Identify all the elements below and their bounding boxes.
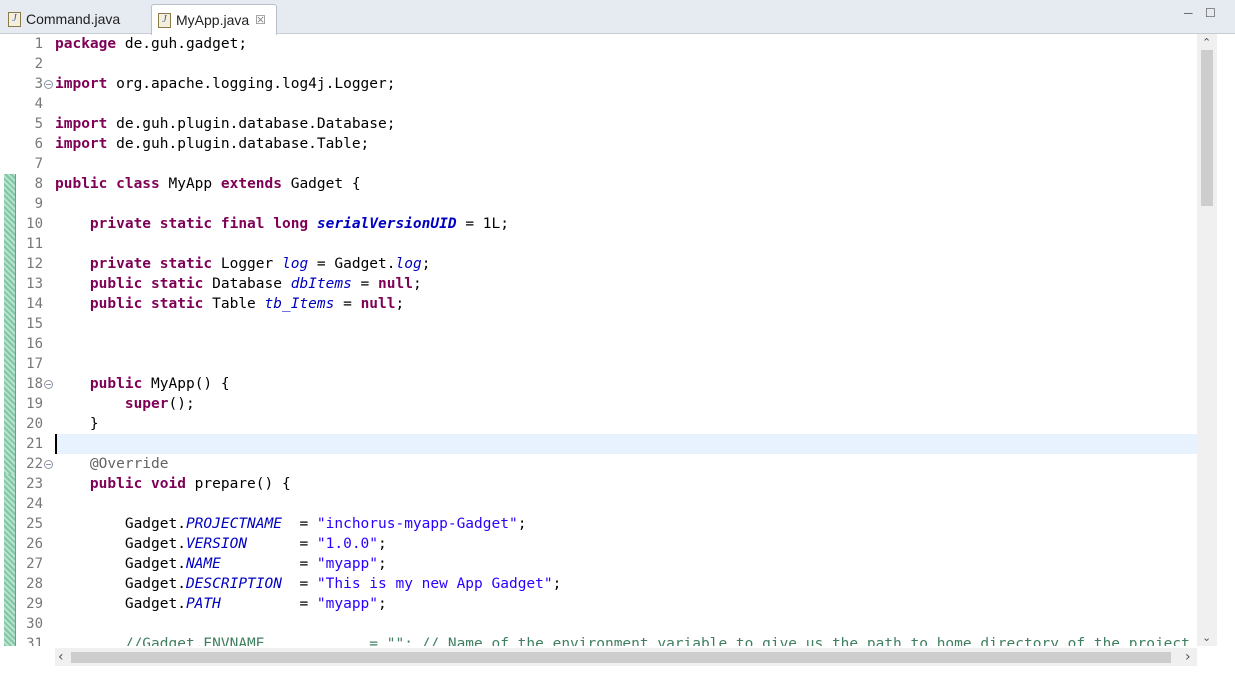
quick-diff-ruler (0, 34, 16, 646)
line-number: 9 (34, 196, 43, 212)
code-line: import de.guh.plugin.database.Database; (55, 116, 396, 132)
code-line: Gadget.PROJECTNAME = "inchorus-myapp-Gad… (55, 516, 527, 532)
scroll-left-icon[interactable]: ‹ (58, 649, 64, 665)
line-number: 30 (26, 616, 43, 632)
line-number: 29 (26, 596, 43, 612)
line-number: 19 (26, 396, 43, 412)
code-line: Gadget.NAME = "myapp"; (55, 556, 387, 572)
java-file-icon: J (158, 12, 171, 28)
code-line: package de.guh.gadget; (55, 36, 248, 52)
line-number: 25 (26, 516, 43, 532)
tab-label: Command.java (26, 11, 121, 27)
code-line: public static Database dbItems = null; (55, 276, 422, 292)
vertical-scroll-thumb[interactable] (1201, 50, 1213, 206)
line-number: 4 (34, 96, 43, 112)
line-number: 17 (26, 356, 43, 372)
code-line: public void prepare() { (55, 476, 291, 492)
line-number: 8 (34, 176, 43, 192)
fold-toggle-icon[interactable]: − (44, 460, 53, 469)
code-line: public MyApp() { (55, 376, 230, 392)
line-number: 23 (26, 476, 43, 492)
minimize-icon[interactable]: ─ (1184, 6, 1193, 20)
line-number: 3 (34, 76, 43, 92)
line-number: 11 (26, 236, 43, 252)
code-line: private static final long serialVersionU… (55, 216, 509, 232)
tab-label: MyApp.java (176, 12, 250, 28)
code-line: public class MyApp extends Gadget { (55, 176, 361, 192)
editor-tab-bar: J Command.java J MyApp.java ☒ ─ ☐ (0, 0, 1235, 35)
line-number: 21 (26, 436, 43, 452)
code-line: import de.guh.plugin.database.Table; (55, 136, 370, 152)
text-caret (55, 434, 57, 454)
line-number: 10 (26, 216, 43, 232)
code-line: @Override (55, 456, 169, 472)
change-indicator (4, 474, 16, 646)
code-line: Gadget.PATH = "myapp"; (55, 596, 387, 612)
line-number: 26 (26, 536, 43, 552)
line-number: 6 (34, 136, 43, 152)
line-number-gutter: 1 2 3 4 5 6 7 8 9 10 11 12 13 14 15 16 1… (16, 34, 53, 646)
vertical-scrollbar[interactable]: ⌃ ⌄ (1197, 34, 1217, 646)
current-line-highlight (55, 434, 1197, 454)
line-number: 27 (26, 556, 43, 572)
change-indicator (4, 174, 16, 474)
code-line: //Gadget.ENVNAME = ""; // Name of the en… (55, 636, 1190, 646)
line-number: 14 (26, 296, 43, 312)
line-number: 20 (26, 416, 43, 432)
code-line: private static Logger log = Gadget.log; (55, 256, 431, 272)
line-number: 28 (26, 576, 43, 592)
scroll-right-icon[interactable]: › (1185, 649, 1191, 665)
line-number: 22 (26, 456, 43, 472)
line-number: 12 (26, 256, 43, 272)
line-number: 1 (34, 36, 43, 52)
code-line: Gadget.VERSION = "1.0.0"; (55, 536, 387, 552)
fold-toggle-icon[interactable]: − (44, 80, 53, 89)
line-number: 15 (26, 316, 43, 332)
maximize-icon[interactable]: ☐ (1205, 6, 1216, 20)
tab-command-java[interactable]: J Command.java (2, 4, 150, 34)
code-line: super(); (55, 396, 195, 412)
code-line: } (55, 416, 99, 432)
code-area[interactable]: package de.guh.gadget; import org.apache… (55, 34, 1197, 646)
line-number: 13 (26, 276, 43, 292)
horizontal-scrollbar[interactable]: ‹ › (55, 648, 1197, 666)
scroll-down-icon[interactable]: ⌄ (1202, 631, 1211, 644)
line-number: 7 (34, 156, 43, 172)
horizontal-scroll-thumb[interactable] (71, 652, 1171, 663)
line-number: 2 (34, 56, 43, 72)
line-number: 16 (26, 336, 43, 352)
tab-myapp-java[interactable]: J MyApp.java ☒ (151, 4, 277, 35)
line-number: 5 (34, 116, 43, 132)
line-number: 24 (26, 496, 43, 512)
code-editor[interactable]: 1 2 3 4 5 6 7 8 9 10 11 12 13 14 15 16 1… (0, 34, 1235, 673)
close-tab-icon[interactable]: ☒ (255, 13, 266, 27)
line-number: 18 (26, 376, 43, 392)
java-file-icon: J (8, 11, 21, 27)
code-line: import org.apache.logging.log4j.Logger; (55, 76, 396, 92)
code-line: Gadget.DESCRIPTION = "This is my new App… (55, 576, 562, 592)
scroll-up-icon[interactable]: ⌃ (1202, 36, 1211, 49)
fold-toggle-icon[interactable]: − (44, 380, 53, 389)
line-number: 31 (26, 636, 43, 646)
code-line: public static Table tb_Items = null; (55, 296, 405, 312)
